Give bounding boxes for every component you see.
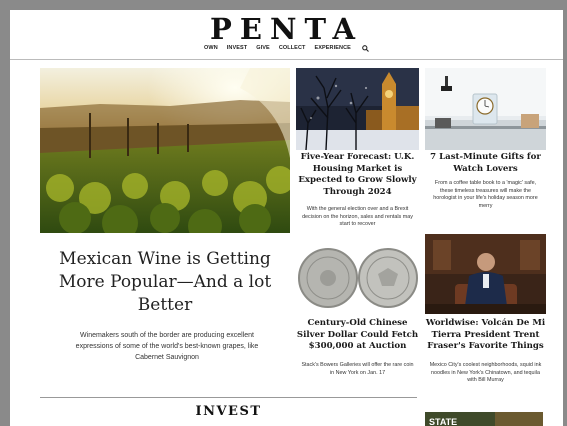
state-thumbnail-label: STATE xyxy=(429,417,457,426)
portrait-image[interactable] xyxy=(425,234,546,314)
nav-item-invest[interactable]: INVEST xyxy=(227,45,247,54)
nav-item-give[interactable]: GIVE xyxy=(256,45,270,54)
coins-image[interactable] xyxy=(296,242,419,314)
card-description: Mexico City's coolest neighborhoods, squ… xyxy=(429,362,542,384)
masthead: PENTA OWN INVEST GIVE COLLECT EXPERIENCE xyxy=(10,10,563,58)
nav-item-own[interactable]: OWN xyxy=(204,45,218,54)
search-icon[interactable] xyxy=(362,45,369,54)
penta-logo[interactable]: PENTA xyxy=(10,14,563,44)
main-nav: OWN INVEST GIVE COLLECT EXPERIENCE xyxy=(10,45,563,54)
vineyard-image[interactable] xyxy=(40,68,290,233)
card-headline[interactable]: 7 Last-Minute Gifts for Watch Lovers xyxy=(425,152,546,175)
hero-description: Winemakers south of the border are produ… xyxy=(75,332,259,361)
nav-item-collect[interactable]: COLLECT xyxy=(279,45,306,54)
nav-item-experience[interactable]: EXPERIENCE xyxy=(314,45,350,54)
card-description: From a coffee table book to a 'magic' sa… xyxy=(433,180,538,209)
card-description: Stack's Bowers Galleries will offer the … xyxy=(301,362,414,376)
section-divider xyxy=(40,397,417,398)
state-thumbnail-image[interactable]: STATE xyxy=(425,412,543,426)
masthead-divider xyxy=(10,59,563,60)
london-image[interactable] xyxy=(296,68,419,150)
card-headline[interactable]: Five-Year Forecast: U.K. Housing Market … xyxy=(296,152,419,198)
hero-headline[interactable]: Mexican Wine is Getting More Popular—And… xyxy=(48,248,282,317)
card-headline[interactable]: Worldwise: Volcán De Mi Tierra President… xyxy=(425,318,546,353)
watch-clock-image[interactable] xyxy=(425,68,546,150)
card-description: With the general election over and a Bre… xyxy=(302,206,413,228)
page: PENTA OWN INVEST GIVE COLLECT EXPERIENCE xyxy=(10,10,563,426)
section-heading-invest[interactable]: INVEST xyxy=(40,404,417,419)
card-headline[interactable]: Century-Old Chinese Silver Dollar Could … xyxy=(296,318,419,353)
